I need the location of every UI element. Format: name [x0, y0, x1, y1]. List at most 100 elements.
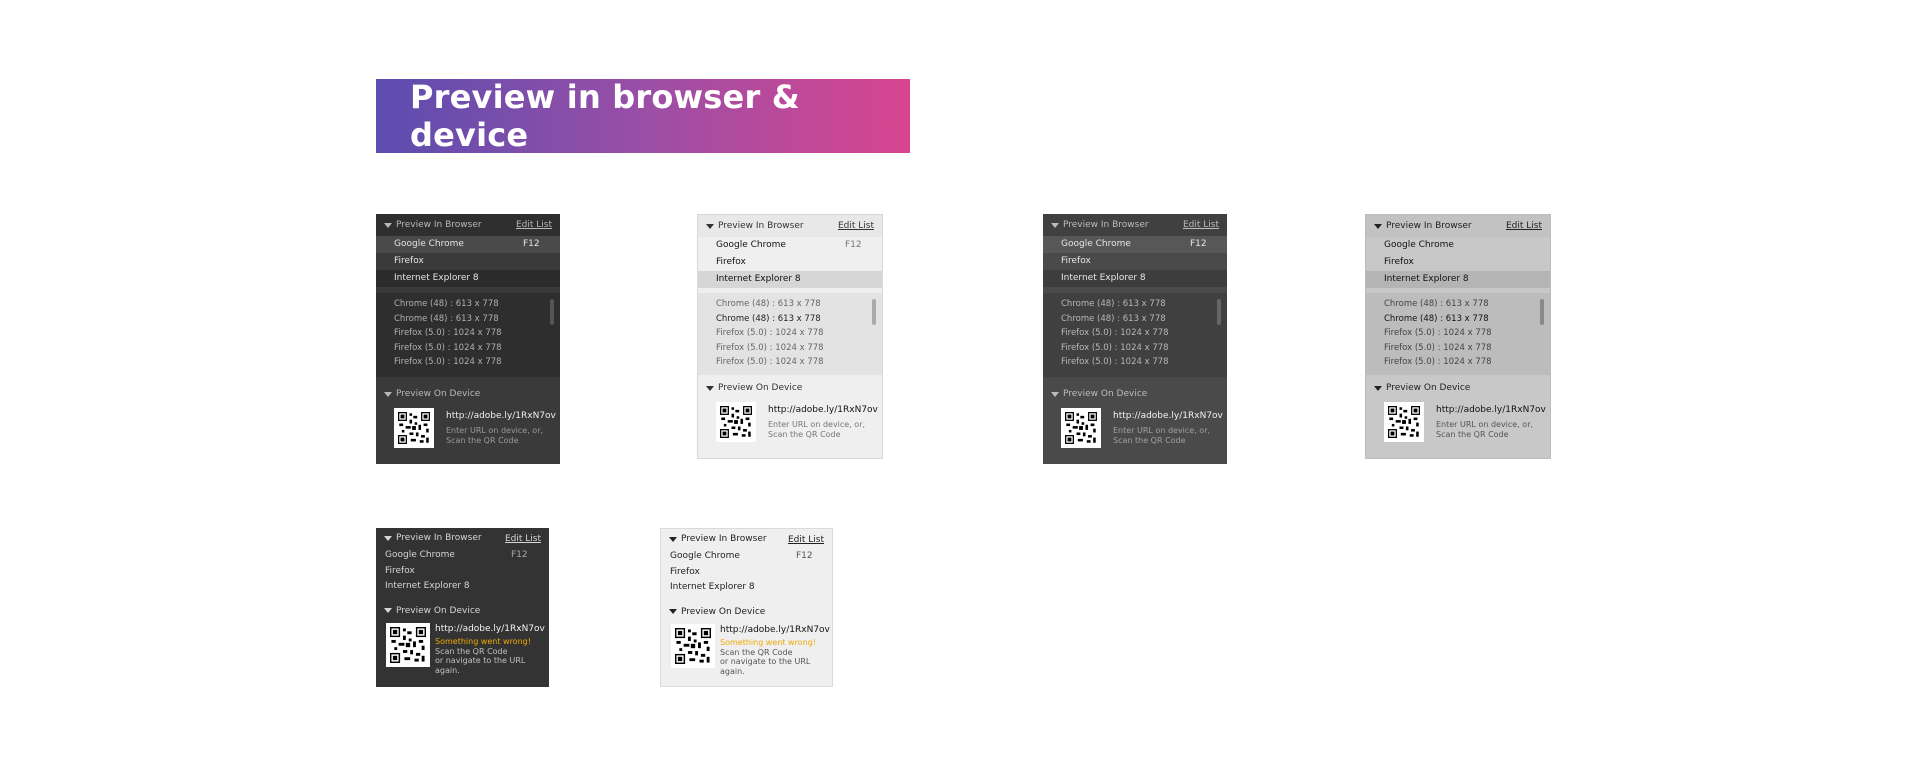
device-hint: Scan the QR Code or navigate to the URL a… [435, 646, 526, 675]
history-item[interactable]: Chrome (48) : 613 x 778 [698, 312, 882, 327]
browser-item-firefox[interactable]: Firefox [1043, 253, 1227, 270]
browser-item-chrome[interactable]: Google Chrome F12 [698, 237, 882, 254]
history-item[interactable]: Firefox (5.0) : 1024 x 778 [376, 355, 560, 370]
history-list[interactable]: Chrome (48) : 613 x 778 Chrome (48) : 61… [376, 293, 560, 377]
history-item[interactable]: Firefox (5.0) : 1024 x 778 [1043, 341, 1227, 356]
edit-list-link[interactable]: Edit List [1506, 221, 1542, 231]
device-section-header[interactable]: Preview On Device [661, 602, 832, 622]
edit-list-link[interactable]: Edit List [788, 535, 824, 545]
browser-section-header[interactable]: Preview In Browser Edit List [1043, 214, 1227, 236]
scrollbar[interactable] [1217, 299, 1221, 325]
history-item[interactable]: Chrome (48) : 613 x 778 [1366, 312, 1550, 327]
shortcut-label: F12 [511, 550, 528, 560]
edit-list-link[interactable]: Edit List [1183, 220, 1219, 230]
device-section-header[interactable]: Preview On Device [376, 383, 560, 405]
browser-section-header[interactable]: Preview In Browser Edit List [661, 529, 832, 549]
qr-code-icon [1065, 412, 1097, 444]
edit-list-link[interactable]: Edit List [838, 221, 874, 231]
browser-item-ie8[interactable]: Internet Explorer 8 [661, 580, 832, 596]
browser-section-title: Preview In Browser [1063, 220, 1149, 230]
collapse-triangle-icon[interactable] [1374, 223, 1382, 229]
preview-panel-error-dark: Preview In Browser Edit List Google Chro… [376, 528, 549, 687]
device-url[interactable]: http://adobe.ly/1RxN7ov [1436, 405, 1546, 415]
history-item[interactable]: Chrome (48) : 613 x 778 [698, 297, 882, 312]
device-url[interactable]: http://adobe.ly/1RxN7ov [446, 411, 556, 421]
collapse-triangle-icon[interactable] [1374, 385, 1382, 391]
browser-item-ie8[interactable]: Internet Explorer 8 [698, 271, 882, 288]
device-section-header[interactable]: Preview On Device [376, 601, 549, 621]
page-title: Preview in browser & device [410, 78, 800, 154]
history-item[interactable]: Firefox (5.0) : 1024 x 778 [698, 341, 882, 356]
browser-item-firefox[interactable]: Firefox [661, 565, 832, 581]
collapse-triangle-icon[interactable] [384, 391, 392, 397]
history-list[interactable]: Chrome (48) : 613 x 778 Chrome (48) : 61… [1366, 293, 1550, 375]
browser-section-header[interactable]: Preview In Browser Edit List [376, 528, 549, 548]
browser-section-header[interactable]: Preview In Browser Edit List [698, 215, 882, 237]
browser-item-chrome[interactable]: Google Chrome F12 [376, 548, 549, 564]
qr-code [716, 402, 756, 442]
scrollbar[interactable] [1540, 299, 1544, 325]
preview-panel-light: Preview In Browser Edit List Google Chro… [697, 214, 883, 459]
history-item[interactable]: Firefox (5.0) : 1024 x 778 [1366, 341, 1550, 356]
browser-item-ie8[interactable]: Internet Explorer 8 [1366, 271, 1550, 288]
preview-panel-mid-light: Preview In Browser Edit List Google Chro… [1365, 214, 1551, 459]
browser-item-ie8[interactable]: Internet Explorer 8 [376, 579, 549, 595]
collapse-triangle-icon[interactable] [384, 535, 392, 541]
edit-list-link[interactable]: Edit List [516, 220, 552, 230]
history-item[interactable]: Firefox (5.0) : 1024 x 778 [1043, 355, 1227, 370]
device-section-title: Preview On Device [1386, 383, 1471, 393]
browser-item-chrome[interactable]: Google Chrome F12 [661, 549, 832, 565]
history-item[interactable]: Firefox (5.0) : 1024 x 778 [698, 355, 882, 370]
history-list[interactable]: Chrome (48) : 613 x 778 Chrome (48) : 61… [698, 293, 882, 375]
browser-section-header[interactable]: Preview In Browser Edit List [376, 214, 560, 236]
qr-code-icon [1388, 406, 1420, 438]
title-banner: Preview in browser & device [376, 78, 910, 154]
browser-item-firefox[interactable]: Firefox [376, 253, 560, 270]
device-url[interactable]: http://adobe.ly/1RxN7ov [435, 624, 545, 634]
collapse-triangle-icon[interactable] [669, 609, 677, 614]
qr-code-icon [675, 627, 711, 664]
browser-item-firefox[interactable]: Firefox [1366, 254, 1550, 271]
collapse-triangle-icon[interactable] [384, 222, 392, 228]
history-item[interactable]: Firefox (5.0) : 1024 x 778 [1043, 326, 1227, 341]
history-item[interactable]: Chrome (48) : 613 x 778 [376, 297, 560, 312]
edit-list-link[interactable]: Edit List [505, 534, 541, 544]
history-item[interactable]: Firefox (5.0) : 1024 x 778 [1366, 326, 1550, 341]
collapse-triangle-icon[interactable] [706, 385, 714, 391]
history-item[interactable]: Firefox (5.0) : 1024 x 778 [376, 341, 560, 356]
browser-item-chrome[interactable]: Google Chrome F12 [1043, 236, 1227, 253]
device-section-header[interactable]: Preview On Device [1043, 383, 1227, 405]
scrollbar[interactable] [550, 299, 554, 325]
shortcut-label: F12 [796, 551, 813, 561]
scrollbar[interactable] [872, 299, 876, 325]
device-url[interactable]: http://adobe.ly/1RxN7ov [768, 405, 878, 415]
device-section-header[interactable]: Preview On Device [1366, 377, 1550, 399]
browser-item-firefox[interactable]: Firefox [698, 254, 882, 271]
history-item[interactable]: Chrome (48) : 613 x 778 [376, 312, 560, 327]
browser-item-ie8[interactable]: Internet Explorer 8 [1043, 270, 1227, 287]
history-item[interactable]: Firefox (5.0) : 1024 x 778 [1366, 355, 1550, 370]
qr-code [671, 623, 715, 668]
history-item[interactable]: Chrome (48) : 613 x 778 [1043, 312, 1227, 327]
browser-item-firefox[interactable]: Firefox [376, 564, 549, 580]
history-item[interactable]: Chrome (48) : 613 x 778 [1043, 297, 1227, 312]
device-url[interactable]: http://adobe.ly/1RxN7ov [1113, 411, 1223, 421]
browser-section-header[interactable]: Preview In Browser Edit List [1366, 215, 1550, 237]
history-item[interactable]: Chrome (48) : 613 x 778 [1366, 297, 1550, 312]
collapse-triangle-icon[interactable] [669, 536, 677, 542]
device-url[interactable]: http://adobe.ly/1RxN7ov [720, 625, 830, 635]
qr-code [1384, 402, 1424, 442]
browser-item-ie8[interactable]: Internet Explorer 8 [376, 270, 560, 287]
browser-section-title: Preview In Browser [396, 533, 482, 543]
browser-item-chrome[interactable]: Google Chrome F12 [376, 236, 560, 253]
device-section-header[interactable]: Preview On Device [698, 377, 882, 399]
collapse-triangle-icon[interactable] [1051, 222, 1059, 228]
history-list[interactable]: Chrome (48) : 613 x 778 Chrome (48) : 61… [1043, 293, 1227, 377]
history-item[interactable]: Firefox (5.0) : 1024 x 778 [698, 326, 882, 341]
history-item[interactable]: Firefox (5.0) : 1024 x 778 [376, 326, 560, 341]
device-section-title: Preview On Device [718, 383, 803, 393]
collapse-triangle-icon[interactable] [1051, 391, 1059, 397]
collapse-triangle-icon[interactable] [384, 608, 392, 613]
browser-item-chrome[interactable]: Google Chrome [1366, 237, 1550, 254]
collapse-triangle-icon[interactable] [706, 223, 714, 229]
